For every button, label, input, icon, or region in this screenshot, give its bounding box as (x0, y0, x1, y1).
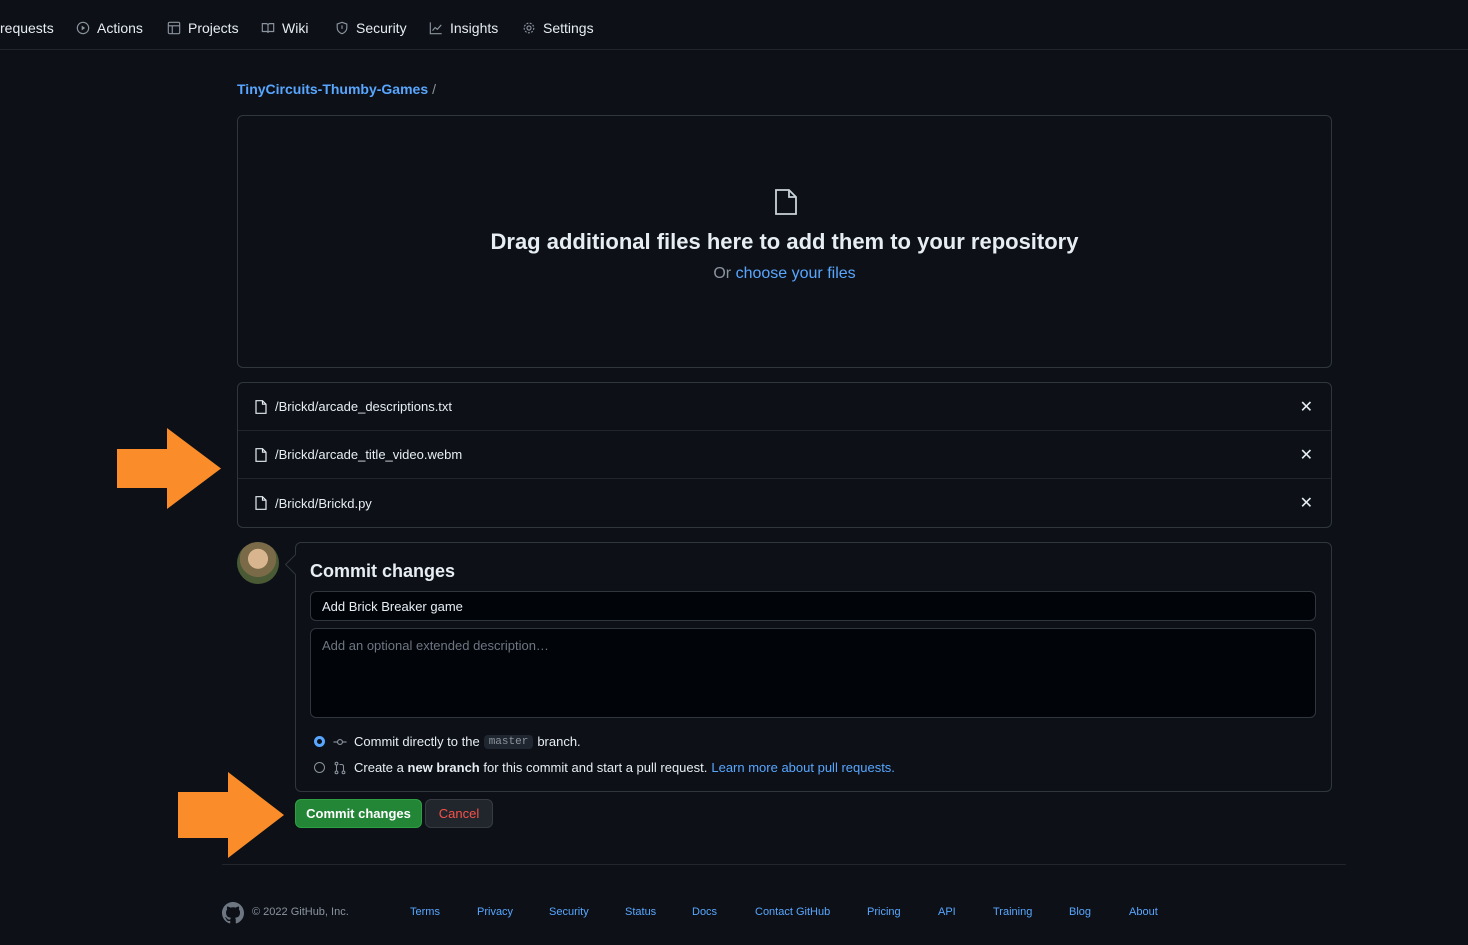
breadcrumb-separator: / (432, 81, 437, 97)
new-branch-text-pre: Create a (354, 760, 404, 775)
nav-tab-label: Wiki (282, 20, 309, 36)
commit-description-textarea[interactable] (310, 628, 1316, 718)
table-icon (167, 21, 181, 35)
annotation-arrow-icon (178, 772, 284, 858)
nav-tab-label: Settings (543, 20, 594, 36)
new-branch-text-post: for this commit and start a pull request… (483, 760, 708, 775)
book-icon (261, 23, 275, 33)
footer-link-security[interactable]: Security (549, 906, 589, 918)
breadcrumb: TinyCircuits-Thumby-Games / (237, 81, 436, 97)
nav-tab-security[interactable]: Security (335, 19, 407, 37)
branch-name: master (483, 734, 534, 749)
git-commit-icon (333, 738, 347, 745)
nav-tab-label: Actions (97, 20, 143, 36)
footer-link-about[interactable]: About (1129, 906, 1158, 918)
commit-new-branch-option[interactable]: Create a new branch for this commit and … (314, 760, 895, 775)
gear-icon (523, 22, 535, 34)
remove-file-close-icon[interactable]: ✕ (1300, 493, 1313, 513)
nav-tab-settings[interactable]: Settings (522, 19, 594, 37)
footer-link-docs[interactable]: Docs (692, 906, 717, 918)
commit-form-title: Commit changes (310, 561, 456, 581)
remove-file-close-icon[interactable]: ✕ (1300, 445, 1313, 465)
commit-direct-text: Commit directly to the (354, 734, 480, 749)
dropzone-title: Drag additional files here to add them t… (490, 229, 1079, 254)
file-path: /Brickd/arcade_title_video.webm (275, 447, 463, 462)
footer-link-api[interactable]: API (938, 906, 956, 918)
footer-link-training[interactable]: Training (993, 906, 1032, 918)
commit-direct-radio[interactable] (314, 736, 325, 747)
file-row: /Brickd/arcade_descriptions.txt ✕ (238, 383, 1331, 431)
footer-link-blog[interactable]: Blog (1069, 906, 1091, 918)
dropzone-subtitle: Or choose your files (238, 265, 1331, 283)
repo-nav: requests Actions Projects Wiki Security … (0, 0, 1468, 50)
commit-new-branch-radio[interactable] (314, 762, 325, 773)
git-pull-request-icon (334, 761, 346, 774)
footer-link-privacy[interactable]: Privacy (477, 906, 513, 918)
nav-tab-pull-requests[interactable]: requests (0, 19, 54, 37)
footer-copyright: © 2022 GitHub, Inc. (252, 906, 349, 918)
dropzone-or-text: Or (713, 265, 732, 282)
nav-tab-label: Projects (188, 20, 239, 36)
github-logo-icon[interactable] (222, 902, 244, 924)
file-icon (775, 189, 797, 215)
avatar (237, 542, 279, 584)
commit-summary-input[interactable] (310, 591, 1316, 621)
nav-tab-actions[interactable]: Actions (76, 19, 143, 37)
commit-direct-text-end: branch. (537, 734, 581, 749)
commit-direct-option[interactable]: Commit directly to the master branch. (314, 734, 581, 749)
file-icon (255, 399, 267, 414)
footer-link-contact-github[interactable]: Contact GitHub (755, 906, 830, 918)
file-path: /Brickd/arcade_descriptions.txt (275, 399, 453, 414)
repo-link[interactable]: TinyCircuits-Thumby-Games (237, 81, 428, 97)
file-path: /Brickd/Brickd.py (275, 495, 372, 511)
shield-icon (336, 21, 348, 35)
file-row: /Brickd/arcade_title_video.webm ✕ (238, 431, 1331, 479)
footer-link-terms[interactable]: Terms (410, 906, 440, 918)
annotation-arrow-icon (117, 428, 221, 509)
uploaded-file-list: /Brickd/arcade_descriptions.txt ✕ /Brick… (237, 382, 1332, 528)
nav-tab-label: Insights (450, 20, 499, 36)
file-icon (255, 496, 267, 510)
choose-files-link[interactable]: choose your files (736, 265, 856, 282)
play-icon (76, 21, 90, 35)
nav-tab-wiki[interactable]: Wiki (261, 19, 308, 37)
learn-more-pull-requests-link[interactable]: Learn more about pull requests. (711, 760, 895, 775)
file-dropzone[interactable]: Drag additional files here to add them t… (237, 115, 1332, 368)
footer-link-pricing[interactable]: Pricing (867, 906, 901, 918)
commit-form: Commit changes Commit directly to the ma… (295, 542, 1332, 792)
file-icon (255, 447, 267, 462)
file-row: /Brickd/Brickd.py ✕ (238, 479, 1331, 527)
nav-tab-insights[interactable]: Insights (429, 19, 498, 37)
cancel-button[interactable]: Cancel (425, 799, 493, 828)
nav-tab-label: requests (0, 20, 54, 36)
commit-changes-button[interactable]: Commit changes (295, 799, 422, 828)
graph-icon (429, 22, 442, 35)
footer-divider (222, 864, 1346, 865)
footer: © 2022 GitHub, Inc. Terms Privacy Securi… (0, 902, 1468, 924)
nav-tab-label: Security (356, 20, 407, 36)
remove-file-close-icon[interactable]: ✕ (1300, 397, 1313, 417)
new-branch-bold: new branch (407, 760, 480, 775)
nav-tab-projects[interactable]: Projects (167, 19, 239, 37)
footer-link-status[interactable]: Status (625, 906, 656, 918)
